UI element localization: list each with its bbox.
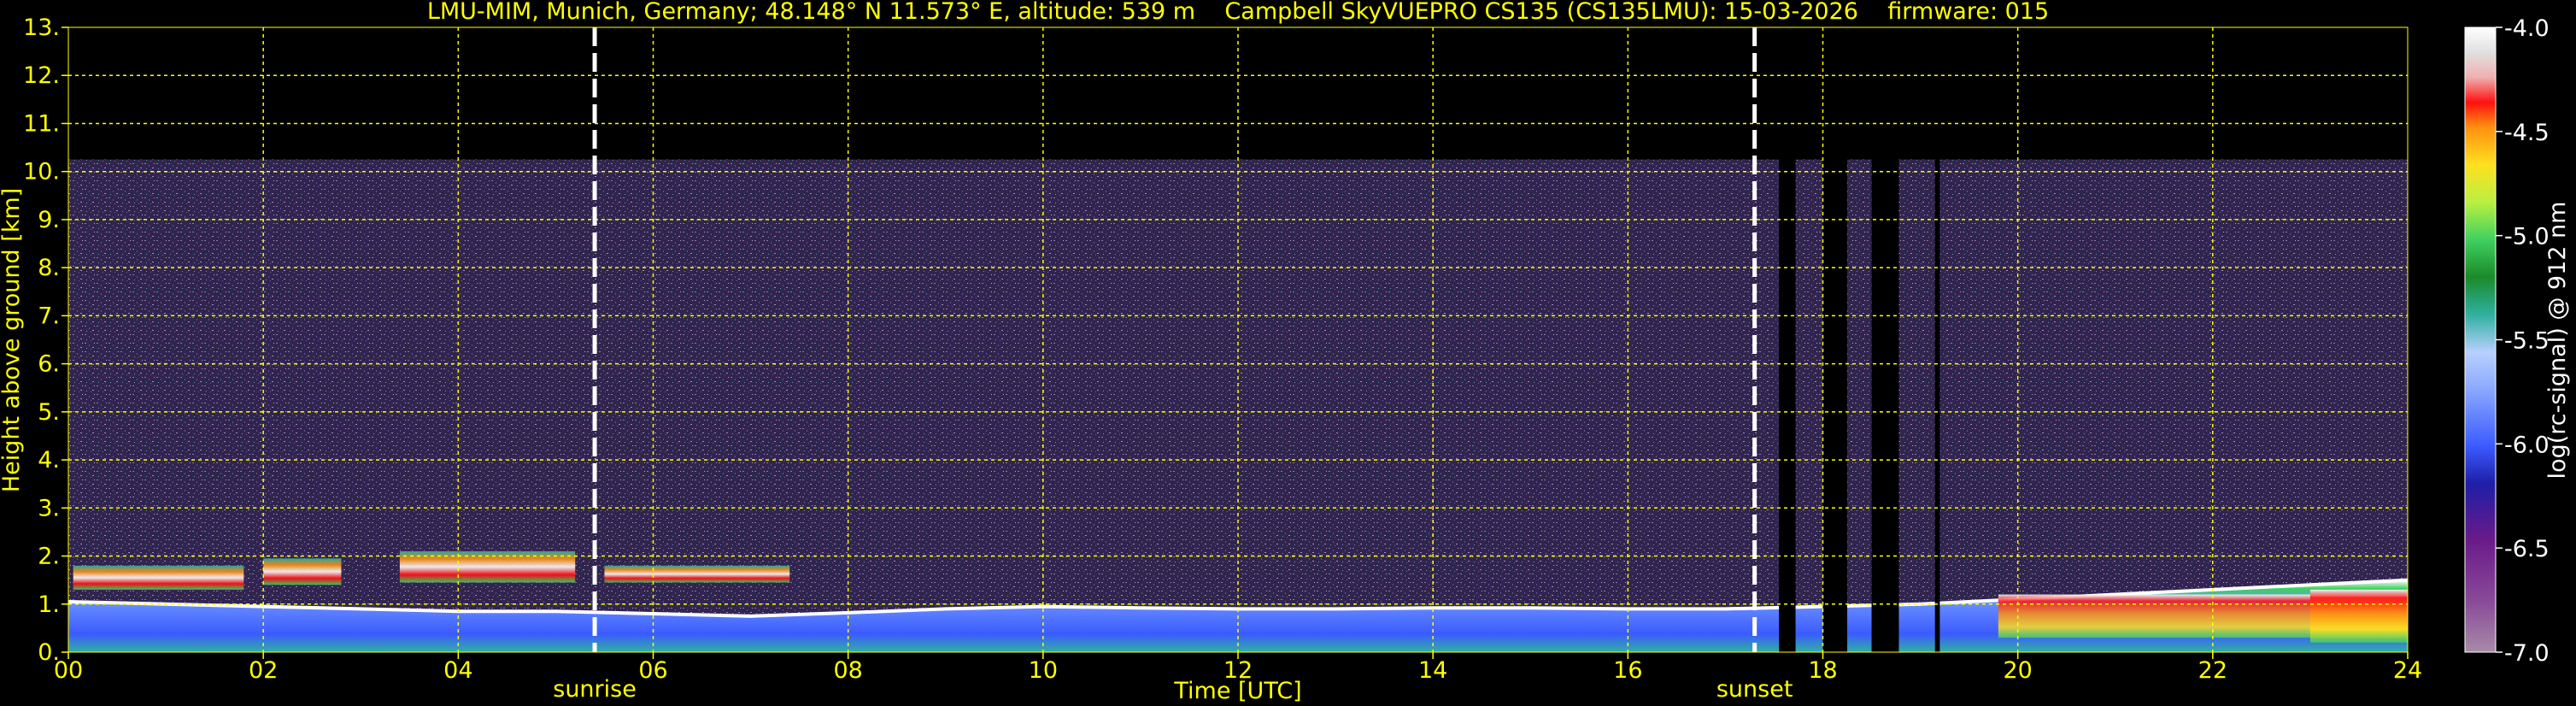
- y-tick-label: 8.: [38, 255, 60, 281]
- y-tick-label: 4.: [38, 447, 60, 474]
- colorbar: [2464, 26, 2497, 653]
- cloud-layer: [73, 565, 244, 590]
- chart-title: LMU-MIM, Munich, Germany; 48.148° N 11.5…: [427, 0, 2049, 25]
- x-tick-label: 08: [833, 657, 862, 684]
- colorbar-ticks: -4.0 -4.5 -5.0 -5.5 -6.0 -6.5 -7.0: [2496, 15, 2550, 667]
- y-tick-label: 0.: [38, 639, 60, 666]
- x-tick-label: 10: [1029, 657, 1058, 684]
- x-tick-label: 06: [638, 657, 667, 684]
- colorbar-tick-label: -5.0: [2504, 224, 2550, 250]
- x-tick-label: 02: [249, 657, 278, 684]
- y-tick-label: 5.: [38, 399, 60, 426]
- y-tick-label: 3.: [38, 495, 60, 521]
- colorbar-tick-label: -6.5: [2504, 536, 2550, 562]
- x-tick-label: 18: [1808, 657, 1837, 684]
- x-tick-label: 20: [2003, 657, 2032, 684]
- sun-marker-label: sunrise: [553, 676, 637, 703]
- x-axis-label: Time [UTC]: [1173, 678, 1301, 704]
- x-tick-label: 04: [443, 657, 472, 684]
- y-tick-label: 10.: [23, 159, 60, 185]
- y-tick-label: 13.: [23, 15, 60, 41]
- x-tick-label: 24: [2393, 657, 2422, 684]
- aerosol-layer: [2309, 589, 2408, 643]
- chart-svg: sunrise sunset 00 02 04 06 08 10 12 14 16 18 20 22 24…: [0, 0, 2571, 704]
- colorbar-tick-label: -4.5: [2504, 120, 2550, 146]
- y-tick-label: 11.: [23, 110, 60, 137]
- x-tick-label: 16: [1613, 657, 1642, 684]
- cloud-layer: [604, 565, 790, 583]
- colorbar-tick-label: -7.0: [2504, 640, 2550, 667]
- y-axis-label: Height above ground [km]: [0, 188, 25, 492]
- colorbar-tick-label: -6.0: [2504, 432, 2550, 458]
- cloud-layer: [263, 558, 342, 585]
- y-tick-label: 7.: [38, 303, 60, 329]
- data-gap: [1822, 27, 1848, 652]
- y-tick-label: 6.: [38, 351, 60, 378]
- x-tick-label: 14: [1418, 657, 1447, 684]
- y-tick-label: 12.: [23, 62, 60, 89]
- y-tick-label: 2.: [38, 544, 60, 570]
- colorbar-tick-label: -4.0: [2504, 15, 2550, 42]
- colorbar-label: log(rc-signal) @ 912 nm: [2544, 202, 2571, 479]
- y-tick-label: 9.: [38, 207, 60, 233]
- colorbar-tick-label: -5.5: [2504, 328, 2550, 355]
- data-gap: [1779, 27, 1796, 652]
- y-axis-ticks: 0. 1. 2. 3. 4. 5. 6. 7. 8. 9. 10. 11. 12. 13.: [23, 15, 68, 666]
- x-tick-label: 22: [2198, 657, 2227, 684]
- data-gap: [1934, 27, 1940, 652]
- sun-marker-label: sunset: [1716, 676, 1793, 703]
- data-gap: [1871, 27, 1899, 652]
- y-tick-label: 1.: [38, 591, 60, 618]
